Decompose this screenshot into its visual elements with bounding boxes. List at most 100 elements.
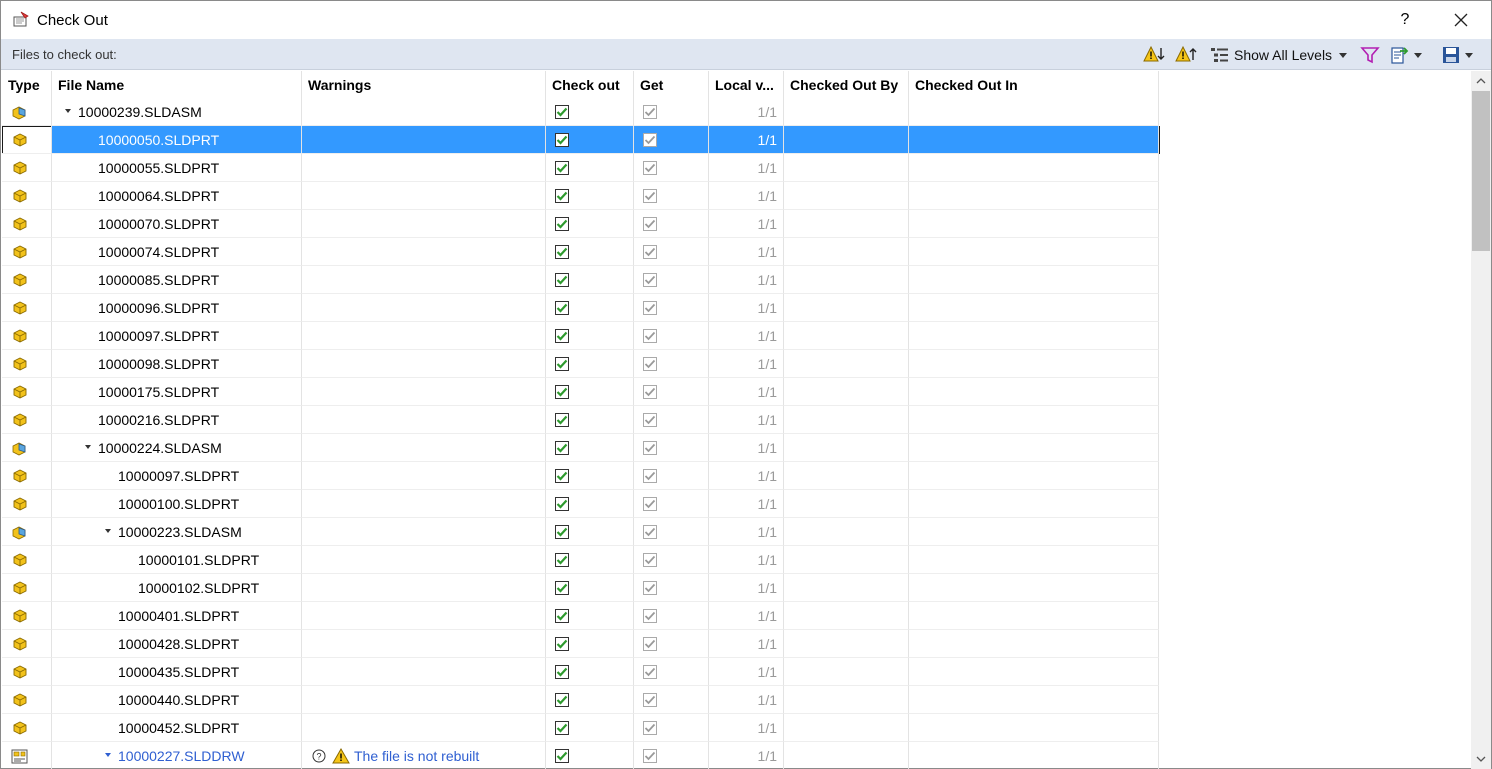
check-out-checkbox[interactable]: [555, 273, 569, 287]
close-icon[interactable]: [1447, 7, 1475, 33]
table-row[interactable]: 10000223.SLDASM 1/1: [2, 518, 1160, 546]
table-row[interactable]: 10000100.SLDPRT 1/1: [2, 490, 1160, 518]
get-checkbox[interactable]: [643, 161, 657, 175]
table-row[interactable]: 10000074.SLDPRT 1/1: [2, 238, 1160, 266]
check-out-checkbox[interactable]: [555, 161, 569, 175]
show-all-levels-dropdown[interactable]: Show All Levels: [1210, 43, 1348, 67]
get-checkbox[interactable]: [643, 301, 657, 315]
get-checkbox[interactable]: [643, 133, 657, 147]
check-out-checkbox[interactable]: [555, 133, 569, 147]
get-checkbox[interactable]: [643, 217, 657, 231]
check-out-checkbox[interactable]: [555, 301, 569, 315]
column-check-out[interactable]: Check out: [546, 71, 634, 98]
column-file-name[interactable]: File Name: [52, 71, 302, 98]
file-name-cell[interactable]: 10000064.SLDPRT: [52, 182, 302, 210]
get-checkbox[interactable]: [643, 609, 657, 623]
get-checkbox[interactable]: [643, 245, 657, 259]
column-local-version[interactable]: Local v...: [709, 71, 784, 98]
get-checkbox[interactable]: [643, 441, 657, 455]
next-warning-button[interactable]: [1143, 43, 1165, 67]
filter-button[interactable]: [1360, 43, 1380, 67]
file-name-cell[interactable]: 10000239.SLDASM: [52, 98, 302, 126]
get-checkbox[interactable]: [643, 525, 657, 539]
get-checkbox[interactable]: [643, 273, 657, 287]
file-name-cell[interactable]: 10000440.SLDPRT: [52, 686, 302, 714]
check-out-checkbox[interactable]: [555, 329, 569, 343]
file-name-cell[interactable]: 10000097.SLDPRT: [52, 322, 302, 350]
get-checkbox[interactable]: [643, 581, 657, 595]
file-name-cell[interactable]: 10000224.SLDASM: [52, 434, 302, 462]
check-out-checkbox[interactable]: [555, 581, 569, 595]
table-row[interactable]: 10000224.SLDASM 1/1: [2, 434, 1160, 462]
check-out-checkbox[interactable]: [555, 413, 569, 427]
column-type[interactable]: Type: [2, 71, 52, 98]
file-name-cell[interactable]: 10000428.SLDPRT: [52, 630, 302, 658]
check-out-checkbox[interactable]: [555, 553, 569, 567]
table-row[interactable]: 10000097.SLDPRT 1/1: [2, 462, 1160, 490]
file-name-cell[interactable]: 10000216.SLDPRT: [52, 406, 302, 434]
get-checkbox[interactable]: [643, 105, 657, 119]
file-name-cell[interactable]: 10000101.SLDPRT: [52, 546, 302, 574]
table-row[interactable]: 10000227.SLDDRW? The file is not rebuilt 1…: [2, 742, 1160, 769]
file-name-cell[interactable]: 10000050.SLDPRT: [52, 126, 302, 154]
table-row[interactable]: 10000102.SLDPRT 1/1: [2, 574, 1160, 602]
check-out-checkbox[interactable]: [555, 469, 569, 483]
check-out-checkbox[interactable]: [555, 357, 569, 371]
file-name-cell[interactable]: 10000085.SLDPRT: [52, 266, 302, 294]
question-icon[interactable]: ?: [312, 749, 326, 763]
file-name-cell[interactable]: 10000055.SLDPRT: [52, 154, 302, 182]
table-row[interactable]: 10000055.SLDPRT 1/1: [2, 154, 1160, 182]
get-checkbox[interactable]: [643, 189, 657, 203]
get-checkbox[interactable]: [643, 385, 657, 399]
get-checkbox[interactable]: [643, 497, 657, 511]
table-row[interactable]: 10000440.SLDPRT 1/1: [2, 686, 1160, 714]
check-out-checkbox[interactable]: [555, 721, 569, 735]
get-checkbox[interactable]: [643, 665, 657, 679]
export-button[interactable]: [1390, 43, 1422, 67]
table-row[interactable]: 10000097.SLDPRT 1/1: [2, 322, 1160, 350]
check-out-checkbox[interactable]: [555, 189, 569, 203]
save-button[interactable]: [1441, 43, 1473, 67]
check-out-checkbox[interactable]: [555, 693, 569, 707]
table-row[interactable]: 10000239.SLDASM 1/1: [2, 98, 1160, 126]
file-name-cell[interactable]: 10000074.SLDPRT: [52, 238, 302, 266]
table-row[interactable]: 10000098.SLDPRT 1/1: [2, 350, 1160, 378]
help-button[interactable]: ?: [1391, 7, 1419, 33]
file-name-cell[interactable]: 10000102.SLDPRT: [52, 574, 302, 602]
table-row[interactable]: 10000070.SLDPRT 1/1: [2, 210, 1160, 238]
expand-toggle-icon[interactable]: [105, 753, 111, 757]
table-row[interactable]: 10000101.SLDPRT 1/1: [2, 546, 1160, 574]
file-name-cell[interactable]: 10000100.SLDPRT: [52, 490, 302, 518]
file-name-cell[interactable]: 10000098.SLDPRT: [52, 350, 302, 378]
expand-toggle-icon[interactable]: [65, 109, 71, 113]
table-row[interactable]: 10000175.SLDPRT 1/1: [2, 378, 1160, 406]
check-out-checkbox[interactable]: [555, 525, 569, 539]
column-checked-out-in[interactable]: Checked Out In: [909, 71, 1159, 98]
check-out-checkbox[interactable]: [555, 497, 569, 511]
column-warnings[interactable]: Warnings: [302, 71, 546, 98]
get-checkbox[interactable]: [643, 637, 657, 651]
file-name-cell[interactable]: 10000223.SLDASM: [52, 518, 302, 546]
scroll-up-icon[interactable]: [1476, 77, 1486, 84]
file-name-cell[interactable]: 10000070.SLDPRT: [52, 210, 302, 238]
table-row[interactable]: 10000401.SLDPRT 1/1: [2, 602, 1160, 630]
vertical-scrollbar[interactable]: [1471, 71, 1491, 769]
expand-toggle-icon[interactable]: [85, 445, 91, 449]
get-checkbox[interactable]: [643, 749, 657, 763]
file-name-cell[interactable]: 10000435.SLDPRT: [52, 658, 302, 686]
file-name-cell[interactable]: 10000096.SLDPRT: [52, 294, 302, 322]
scrollbar-thumb[interactable]: [1472, 91, 1490, 251]
warning-text[interactable]: The file is not rebuilt: [354, 748, 479, 764]
check-out-checkbox[interactable]: [555, 441, 569, 455]
check-out-checkbox[interactable]: [555, 105, 569, 119]
table-row[interactable]: 10000096.SLDPRT 1/1: [2, 294, 1160, 322]
check-out-checkbox[interactable]: [555, 609, 569, 623]
table-row[interactable]: 10000216.SLDPRT 1/1: [2, 406, 1160, 434]
check-out-checkbox[interactable]: [555, 217, 569, 231]
column-get[interactable]: Get: [634, 71, 709, 98]
file-name-cell[interactable]: 10000401.SLDPRT: [52, 602, 302, 630]
get-checkbox[interactable]: [643, 413, 657, 427]
check-out-checkbox[interactable]: [555, 637, 569, 651]
file-name-cell[interactable]: 10000452.SLDPRT: [52, 714, 302, 742]
table-row[interactable]: 10000064.SLDPRT 1/1: [2, 182, 1160, 210]
